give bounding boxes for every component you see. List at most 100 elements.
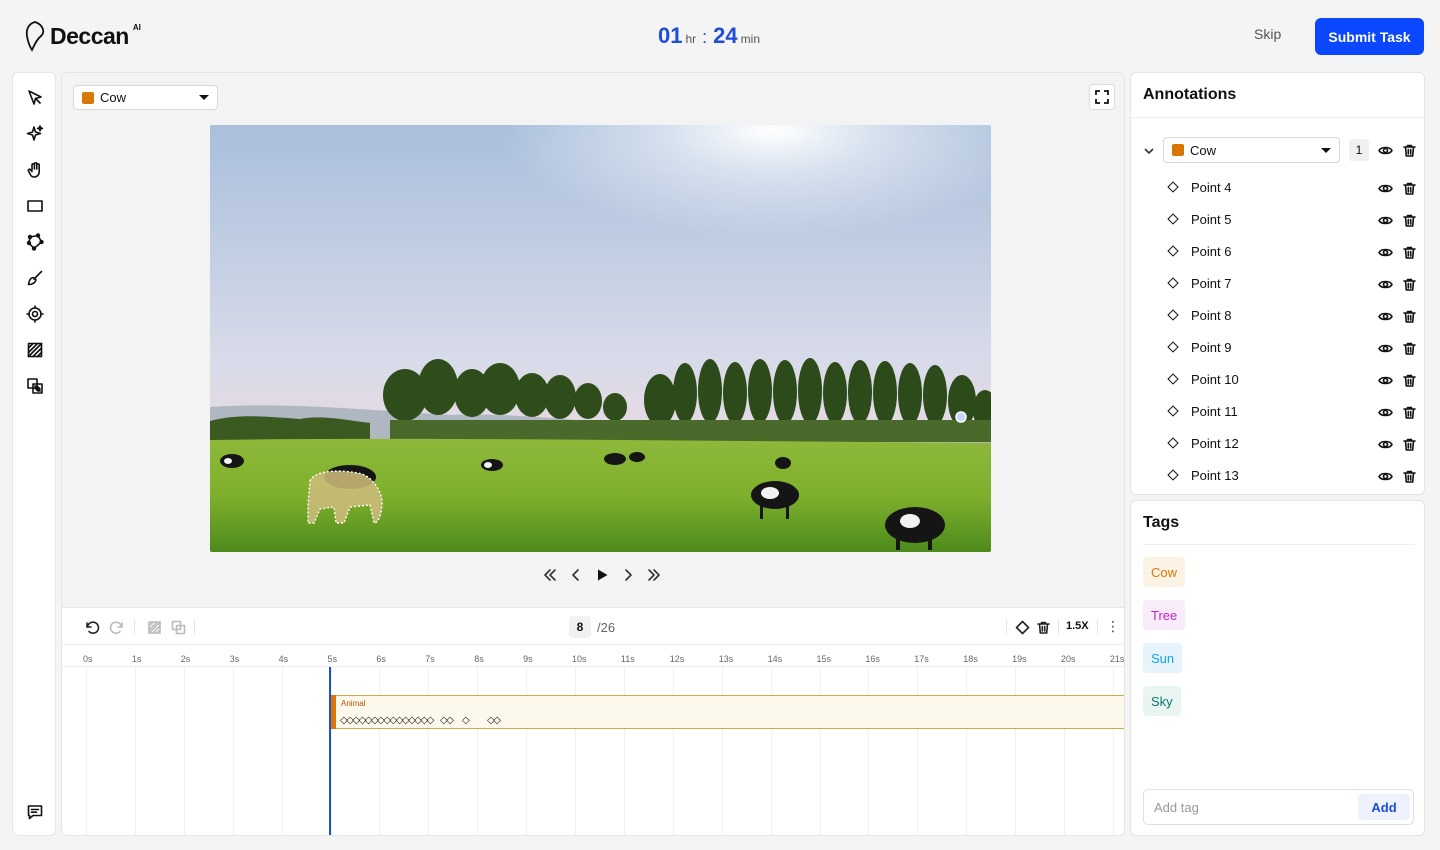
layers-tool[interactable] <box>24 375 46 397</box>
delete-point-button[interactable] <box>1401 404 1417 420</box>
timeline-gridline <box>232 667 234 835</box>
copy-action-button[interactable] <box>170 619 186 635</box>
main-workspace: Cow 8 /26 1.5X ⋮ 0s 1s 2s 3s 4s 5s 6s 7s… <box>61 72 1125 836</box>
timer-minutes: 24 <box>713 23 738 48</box>
delete-point-button[interactable] <box>1401 276 1417 292</box>
annotation-point-row[interactable]: Point 12 <box>1131 433 1424 455</box>
more-options-icon[interactable]: ⋮ <box>1106 619 1120 633</box>
ruler-tick-label: 13s <box>718 654 734 664</box>
timeline-ruler[interactable]: 0s 1s 2s 3s 4s 5s 6s 7s 8s 9s 10s 11s 12s 13s 14s 15s 16… <box>62 645 1124 667</box>
tag-chip[interactable]: Tree <box>1143 600 1186 630</box>
ruler-tick-label: 8s <box>474 654 484 664</box>
delete-point-button[interactable] <box>1401 340 1417 356</box>
annotation-point-row[interactable]: Point 4 <box>1131 177 1424 199</box>
select-tool[interactable] <box>24 87 46 109</box>
caret-down-icon <box>199 95 209 100</box>
annotation-point-row[interactable]: Point 5 <box>1131 209 1424 231</box>
prev-frame-button[interactable] <box>568 567 584 583</box>
video-frame[interactable] <box>210 125 991 552</box>
point-label: Point 8 <box>1191 308 1232 323</box>
annotation-point-row[interactable]: Point 11 <box>1131 401 1424 423</box>
annotation-class-label: Cow <box>1190 142 1217 158</box>
annotation-point-row[interactable]: Point 6 <box>1131 241 1424 263</box>
add-tag-button[interactable]: Add <box>1358 794 1410 820</box>
tag-chip[interactable]: Sun <box>1143 643 1183 673</box>
divider <box>1143 544 1414 545</box>
toggle-visibility-button[interactable] <box>1377 404 1393 420</box>
first-frame-button[interactable] <box>542 567 558 583</box>
keyframe-group[interactable]: ◇◇◇◇◇◇◇◇◇◇◇◇◇◇◇ <box>340 715 434 726</box>
annotation-class-select[interactable]: Cow <box>1163 137 1340 163</box>
toggle-visibility-button[interactable] <box>1377 244 1393 260</box>
keyframe-group[interactable]: ◇◇ <box>440 715 454 726</box>
playback-controls <box>542 567 662 583</box>
toolbar-divider <box>1097 620 1098 634</box>
keypoint-tool[interactable] <box>24 303 46 325</box>
next-frame-button[interactable] <box>620 567 636 583</box>
playback-speed[interactable]: 1.5X <box>1066 620 1089 632</box>
toggle-visibility-button[interactable] <box>1377 340 1393 356</box>
polygon-tool[interactable] <box>24 231 46 253</box>
delete-point-button[interactable] <box>1401 468 1417 484</box>
undo-button[interactable] <box>84 619 100 635</box>
timeline-gridline <box>477 667 479 835</box>
hatch-tool[interactable] <box>24 339 46 361</box>
comment-icon <box>27 805 43 820</box>
last-frame-button[interactable] <box>646 567 662 583</box>
toggle-visibility-button[interactable] <box>1377 468 1393 484</box>
add-tag-input[interactable] <box>1154 798 1354 816</box>
keypoint-diamond-icon <box>1167 309 1179 321</box>
annotation-point-row[interactable]: Point 7 <box>1131 273 1424 295</box>
keyframe-group[interactable]: ◇◇ <box>487 715 501 726</box>
submit-task-button[interactable]: Submit Task <box>1315 18 1424 55</box>
ruler-tick-label: 20s <box>1061 654 1076 664</box>
toggle-visibility-button[interactable] <box>1377 180 1393 196</box>
fullscreen-button[interactable] <box>1089 84 1115 110</box>
delete-group-button[interactable] <box>1401 142 1417 158</box>
brush-icon <box>27 270 43 286</box>
collapse-button[interactable] <box>1143 144 1155 156</box>
delete-point-button[interactable] <box>1401 244 1417 260</box>
diamond-icon <box>1015 620 1029 634</box>
tag-chip[interactable]: Cow <box>1143 557 1186 587</box>
playhead[interactable] <box>329 667 331 835</box>
toggle-visibility-button[interactable] <box>1377 308 1393 324</box>
annotation-point-row[interactable]: Point 13 <box>1131 465 1424 487</box>
toggle-visibility-button[interactable] <box>1377 212 1393 228</box>
delete-point-button[interactable] <box>1401 308 1417 324</box>
toggle-visibility-button[interactable] <box>1377 372 1393 388</box>
delete-point-button[interactable] <box>1401 372 1417 388</box>
hatch-action-button[interactable] <box>146 619 162 635</box>
annotation-point-row[interactable]: Point 9 <box>1131 337 1424 359</box>
delete-keyframe-button[interactable] <box>1035 619 1051 635</box>
play-button[interactable] <box>594 567 610 583</box>
magic-tool[interactable] <box>24 123 46 145</box>
class-select[interactable]: Cow <box>73 85 218 110</box>
pan-tool[interactable] <box>24 159 46 181</box>
tag-chip[interactable]: Sky <box>1143 686 1181 716</box>
trash-icon <box>1402 438 1416 451</box>
toggle-visibility-button[interactable] <box>1377 436 1393 452</box>
redo-button[interactable] <box>108 619 124 635</box>
add-keyframe-button[interactable] <box>1014 619 1030 635</box>
current-frame-input[interactable]: 8 <box>569 616 591 638</box>
skip-button[interactable]: Skip <box>1254 26 1281 42</box>
keyframe[interactable]: ◇ <box>462 715 470 726</box>
toolbar-divider <box>134 620 135 634</box>
delete-point-button[interactable] <box>1401 436 1417 452</box>
rectangle-tool[interactable] <box>24 195 46 217</box>
toggle-visibility-button[interactable] <box>1377 142 1393 158</box>
annotation-point-row[interactable]: Point 10 <box>1131 369 1424 391</box>
tool-sidebar <box>12 72 56 836</box>
toggle-visibility-button[interactable] <box>1377 276 1393 292</box>
play-icon <box>598 569 608 581</box>
delete-point-button[interactable] <box>1401 180 1417 196</box>
timer-hours: 01 <box>658 23 683 48</box>
delete-point-button[interactable] <box>1401 212 1417 228</box>
point-label: Point 10 <box>1191 372 1239 387</box>
comments-tool[interactable] <box>24 801 46 823</box>
brush-tool[interactable] <box>24 267 46 289</box>
keypoint-diamond-icon <box>1167 181 1179 193</box>
annotation-point-row[interactable]: Point 8 <box>1131 305 1424 327</box>
ruler-tick-label: 0s <box>83 654 93 664</box>
